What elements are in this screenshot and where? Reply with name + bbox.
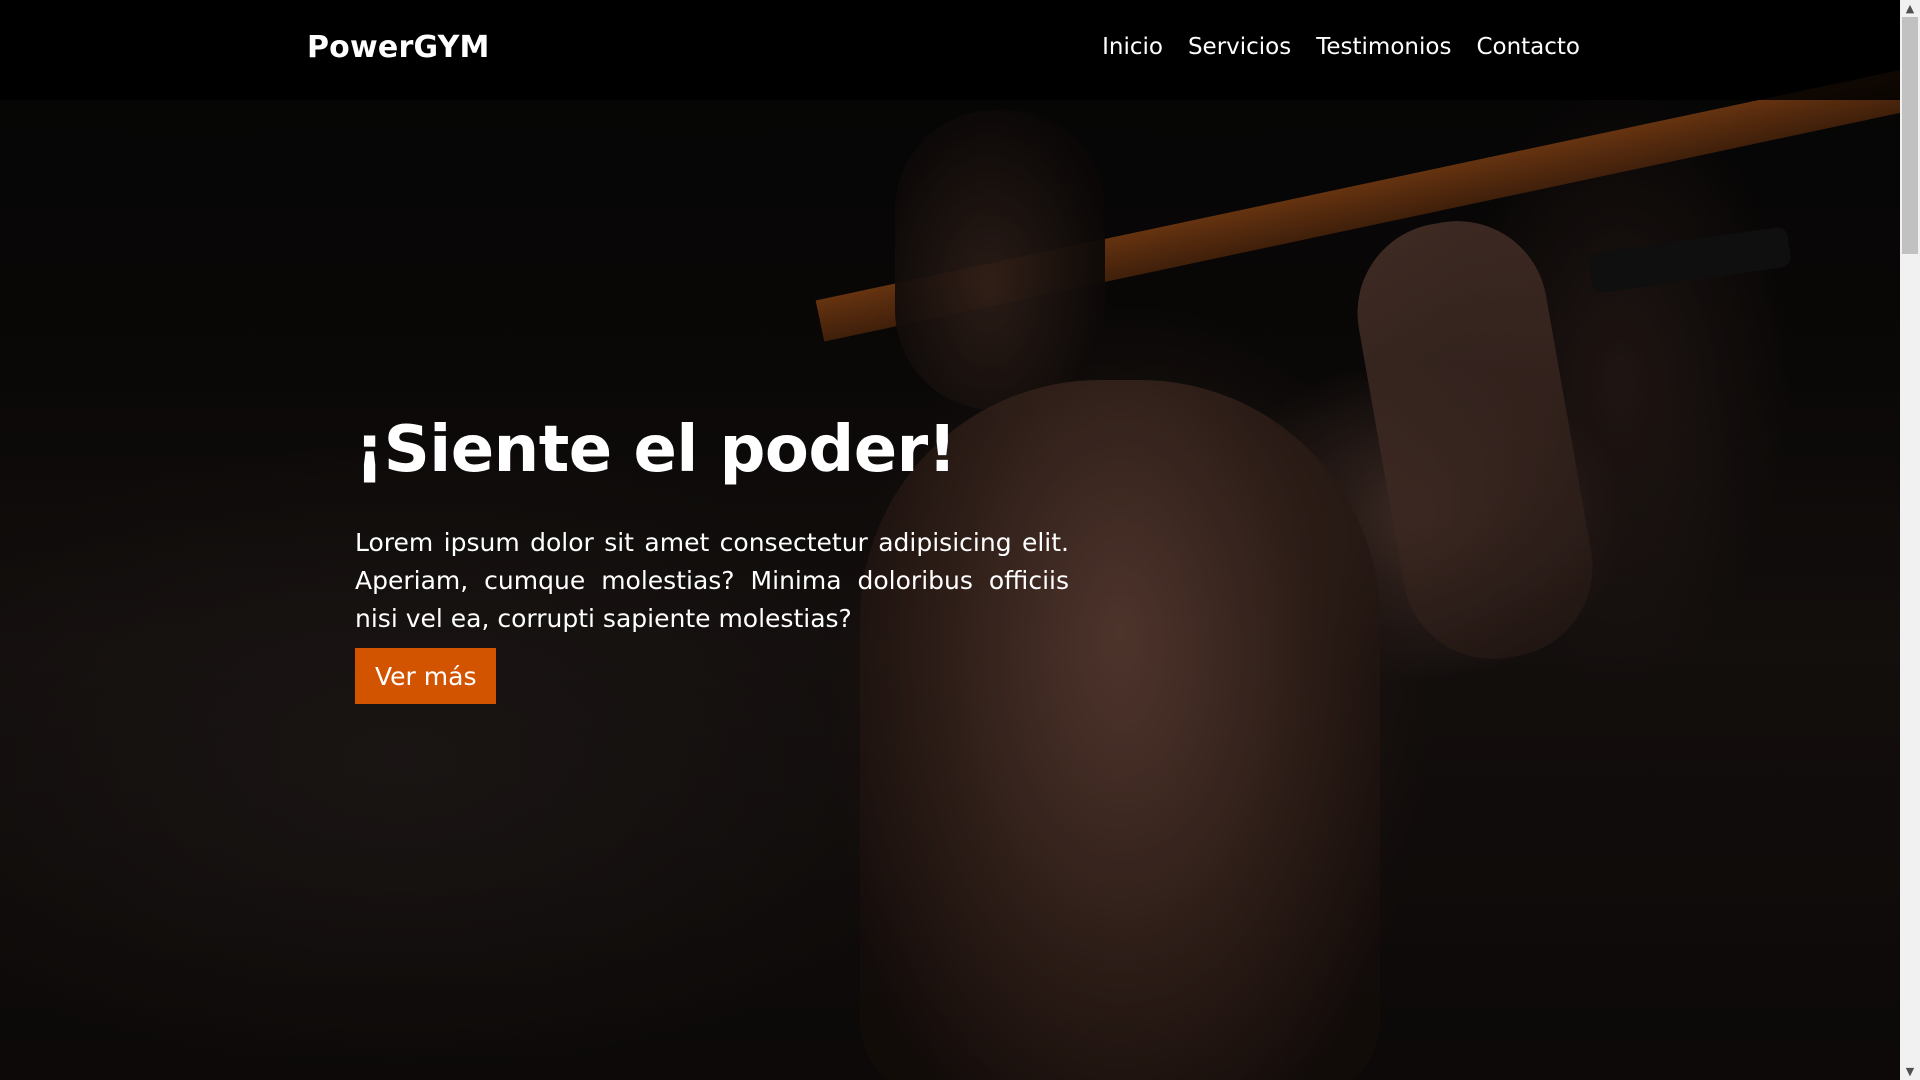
nav-link-contacto[interactable]: Contacto xyxy=(1476,34,1580,60)
hero-title: ¡Siente el poder! xyxy=(355,413,957,487)
page: PowerGYM Inicio Servicios Testimonios Co… xyxy=(0,0,1900,1080)
hero-content: ¡Siente el poder! Lorem ipsum dolor sit … xyxy=(355,410,1069,704)
scrollbar-thumb[interactable] xyxy=(1902,17,1918,254)
nav-link-inicio[interactable]: Inicio xyxy=(1102,34,1163,60)
nav-link-testimonios[interactable]: Testimonios xyxy=(1316,34,1451,60)
chevron-down-icon[interactable]: ▼ xyxy=(1900,1063,1920,1080)
site-logo[interactable]: PowerGYM xyxy=(307,30,490,65)
main-nav: Inicio Servicios Testimonios Contacto xyxy=(1102,34,1580,60)
site-header: PowerGYM Inicio Servicios Testimonios Co… xyxy=(0,0,1900,100)
hero-description: Lorem ipsum dolor sit amet consectetur a… xyxy=(355,528,1069,633)
ver-mas-button[interactable]: Ver más xyxy=(355,648,497,704)
nav-link-servicios[interactable]: Servicios xyxy=(1188,34,1291,60)
chevron-up-icon[interactable]: ▲ xyxy=(1900,0,1920,17)
page-scrollbar[interactable]: ▲ ▼ xyxy=(1900,0,1920,1080)
